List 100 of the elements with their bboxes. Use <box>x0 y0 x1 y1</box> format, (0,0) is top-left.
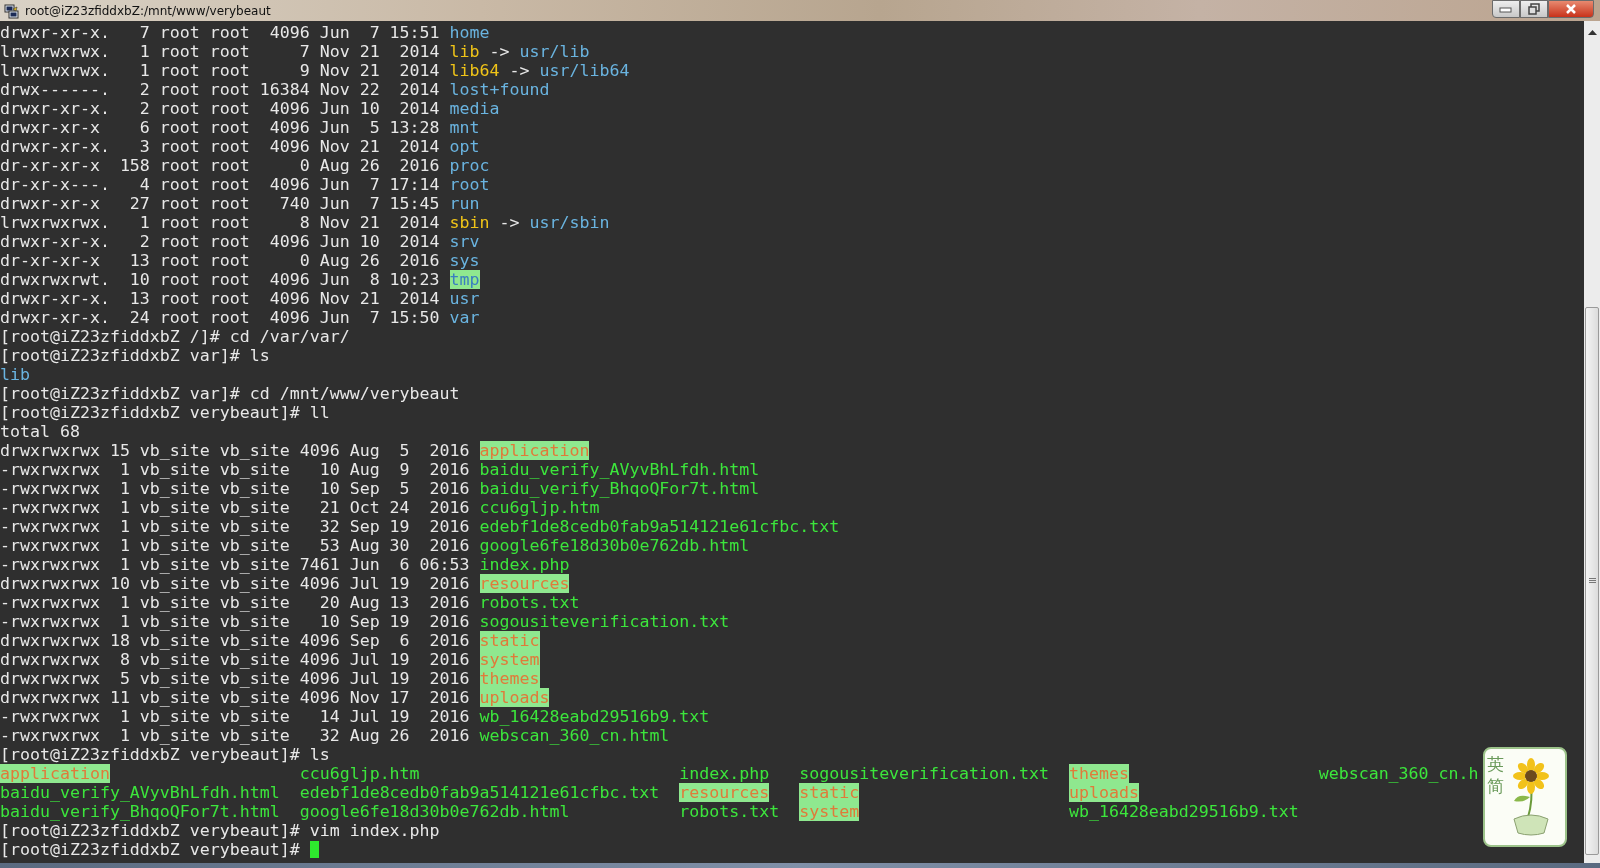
directory-name: static <box>799 783 860 802</box>
file-name: ccu6gljp.htm <box>299 764 420 783</box>
terminal-text: [root@iZ23zfiddxbZ var]# ls <box>0 346 270 365</box>
directory-name: resources <box>679 783 770 802</box>
terminal-text: -rwxrwxrwx 1 vb_site vb_site 20 Aug 13 2016 <box>0 593 471 612</box>
terminal-text: drwxrwxrwt. 10 root root 4096 Jun 8 10:23 <box>0 270 441 289</box>
close-icon <box>1565 4 1577 14</box>
file-name: ccu6gljp.htm <box>479 498 600 517</box>
terminal-text: -> <box>508 61 531 80</box>
ime-mode-label: 英 <box>1487 753 1504 775</box>
directory-name: uploads <box>1068 783 1139 802</box>
terminal-text: drwxrwxrwx 8 vb_site vb_site 4096 Jul 19 2016 <box>0 650 471 669</box>
file-name: edebf1de8cedb0fab9a514121e61cfbc.txt <box>479 517 840 536</box>
terminal-text: -rwxrwxrwx 1 vb_site vb_site 32 Sep 19 2016 <box>0 517 471 536</box>
scroll-up-arrow-icon[interactable] <box>1587 30 1597 35</box>
file-name: baidu_verify_BhqoQFor7t.html <box>479 479 760 498</box>
symlink-name: sbin <box>449 213 490 232</box>
terminal-text: drwxr-xr-x 27 root root 740 Jun 7 15:45 <box>0 194 441 213</box>
scrollbar[interactable] <box>1584 21 1600 863</box>
directory-name: var <box>449 308 480 327</box>
directory-name: opt <box>449 137 480 156</box>
directory-name: usr/sbin <box>529 213 610 232</box>
restore-icon <box>1528 3 1540 15</box>
terminal-text: drwxr-xr-x. 7 root root 4096 Jun 7 15:51 <box>0 23 441 42</box>
file-name: baidu_verify_AVyvBhLfdh.html <box>479 460 760 479</box>
symlink-name: lib64 <box>449 61 500 80</box>
directory-name: resources <box>479 574 570 593</box>
minimize-icon <box>1499 5 1513 13</box>
ime-mode-label: 简 <box>1487 775 1504 797</box>
terminal-text: drwxrwxrwx 5 vb_site vb_site 4096 Jul 19 2016 <box>0 669 471 688</box>
terminal-text: [root@iZ23zfiddxbZ verybeaut]# <box>0 840 301 859</box>
terminal-text: -> <box>498 213 521 232</box>
directory-name: srv <box>449 232 480 251</box>
file-name: edebf1de8cedb0fab9a514121e61cfbc.txt <box>299 783 660 802</box>
directory-name: application <box>0 764 110 783</box>
file-name: google6fe18d30b0e762db.html <box>479 536 750 555</box>
directory-name: lost+found <box>449 80 550 99</box>
directory-name: themes <box>479 669 540 688</box>
file-name: wb_16428eabd29516b9.txt <box>1068 802 1299 821</box>
file-name: index.php <box>479 555 570 574</box>
file-name: webscan_360_cn.html <box>479 726 670 745</box>
terminal-text: drwxrwxrwx 15 vb_site vb_site 4096 Aug 5 2016 <box>0 441 471 460</box>
restore-button[interactable] <box>1520 0 1548 18</box>
file-name: sogousiteverification.txt <box>479 612 730 631</box>
directory-name: themes <box>1068 764 1129 783</box>
directory-name: system <box>799 802 860 821</box>
file-name: index.php <box>679 764 770 783</box>
terminal-text: dr-xr-xr-x 13 root root 0 Aug 26 2016 <box>0 251 441 270</box>
terminal-text: -rwxrwxrwx 1 vb_site vb_site 10 Sep 5 2016 <box>0 479 471 498</box>
terminal-text: drwxrwxrwx 10 vb_site vb_site 4096 Jul 19 2016 <box>0 574 471 593</box>
grip-icon <box>1588 578 1596 584</box>
terminal-text: -rwxrwxrwx 1 vb_site vb_site 7461 Jun 6 06:53 <box>0 555 471 574</box>
terminal-text: -rwxrwxrwx 1 vb_site vb_site 32 Aug 26 2016 <box>0 726 471 745</box>
file-name: webscan_360_cn.h <box>1318 764 1479 783</box>
directory-name: tmp <box>449 270 480 289</box>
terminal-text: [root@iZ23zfiddxbZ verybeaut]# ls <box>0 745 330 764</box>
directory-name: application <box>479 441 590 460</box>
terminal-text: dr-xr-x---. 4 root root 4096 Jun 7 17:14 <box>0 175 441 194</box>
directory-name: proc <box>449 156 490 175</box>
terminal-text: -rwxrwxrwx 1 vb_site vb_site 14 Jul 19 2016 <box>0 707 471 726</box>
ime-status-widget[interactable]: 英 简 <box>1483 747 1567 847</box>
terminal-text: -rwxrwxrwx 1 vb_site vb_site 21 Oct 24 2016 <box>0 498 471 517</box>
terminal-text: drwxrwxrwx 11 vb_site vb_site 4096 Nov 17 2016 <box>0 688 471 707</box>
terminal-text: drwxr-xr-x 6 root root 4096 Jun 5 13:28 <box>0 118 441 137</box>
terminal-text: drwxr-xr-x. 24 root root 4096 Jun 7 15:50 <box>0 308 441 327</box>
text-cursor <box>309 841 319 858</box>
terminal-text: dr-xr-xr-x 158 root root 0 Aug 26 2016 <box>0 156 441 175</box>
file-name: baidu_verify_AVyvBhLfdh.html <box>0 783 280 802</box>
terminal-text: drwxr-xr-x. 2 root root 4096 Jun 10 2014 <box>0 99 441 118</box>
directory-name: static <box>479 631 540 650</box>
file-name: baidu_verify_BhqoQFor7t.html <box>0 802 280 821</box>
directory-name: sys <box>449 251 480 270</box>
directory-name: usr/lib <box>519 42 590 61</box>
directory-name: run <box>449 194 480 213</box>
scrollbar-thumb[interactable] <box>1585 307 1599 855</box>
directory-name: root <box>449 175 490 194</box>
file-name: robots.txt <box>479 593 580 612</box>
file-name: robots.txt <box>679 802 780 821</box>
directory-name: usr/lib64 <box>539 61 630 80</box>
terminal-text: lrwxrwxrwx. 1 root root 9 Nov 21 2014 <box>0 61 441 80</box>
file-name: google6fe18d30b0e762db.html <box>299 802 570 821</box>
terminal-text: lrwxrwxrwx. 1 root root 7 Nov 21 2014 <box>0 42 441 61</box>
terminal-text: -rwxrwxrwx 1 vb_site vb_site 53 Aug 30 2016 <box>0 536 471 555</box>
terminal-text: [root@iZ23zfiddxbZ verybeaut]# vim index.php <box>0 821 440 840</box>
terminal-text: total 68 <box>0 422 80 441</box>
close-button[interactable] <box>1548 0 1594 18</box>
terminal-text: [root@iZ23zfiddxbZ /]# cd /var/var/ <box>0 327 350 346</box>
terminal-text: drwxrwxrwx 18 vb_site vb_site 4096 Sep 6 2016 <box>0 631 471 650</box>
terminal-text: drwxr-xr-x. 3 root root 4096 Nov 21 2014 <box>0 137 441 156</box>
terminal-text: -rwxrwxrwx 1 vb_site vb_site 10 Sep 19 2016 <box>0 612 471 631</box>
minimize-button[interactable] <box>1492 0 1520 18</box>
terminal-text: drwxr-xr-x. 13 root root 4096 Nov 21 2014 <box>0 289 441 308</box>
symlink-name: lib <box>449 42 480 61</box>
directory-name: media <box>449 99 500 118</box>
terminal-text: drwxr-xr-x. 2 root root 4096 Jun 10 2014 <box>0 232 441 251</box>
terminal-text: lrwxrwxrwx. 1 root root 8 Nov 21 2014 <box>0 213 441 232</box>
terminal-text: drwx------. 2 root root 16384 Nov 22 2014 <box>0 80 441 99</box>
directory-name: uploads <box>479 688 550 707</box>
terminal-app-icon <box>4 2 20 19</box>
terminal-text: [root@iZ23zfiddxbZ verybeaut]# ll <box>0 403 330 422</box>
